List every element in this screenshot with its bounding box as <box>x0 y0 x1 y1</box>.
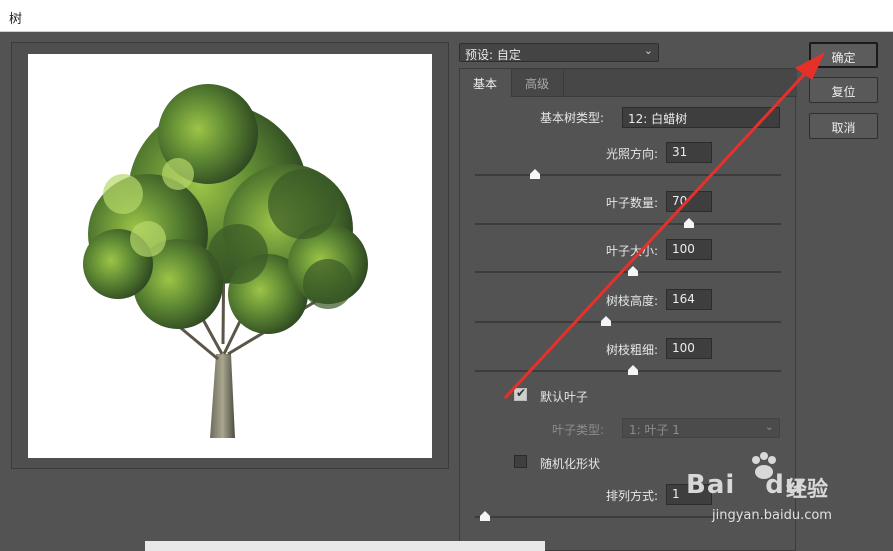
title-bar: 树 <box>0 0 893 32</box>
leaf-type-label: 叶子类型: <box>552 423 605 437</box>
light-direction-slider[interactable] <box>475 169 781 179</box>
leaf-size-label: 叶子大小: <box>606 244 659 258</box>
branch-thickness-label: 树枝粗细: <box>606 343 659 357</box>
leaf-type-dropdown[interactable]: 1: 叶子 1 ⌄ <box>622 418 780 438</box>
ok-button[interactable]: 确定 <box>809 42 878 68</box>
leaf-size-slider[interactable] <box>475 266 781 276</box>
leaf-amount-input[interactable]: 70 <box>666 191 712 212</box>
tree-preview <box>28 54 432 458</box>
tab-advanced[interactable]: 高级 <box>512 69 564 97</box>
randomize-shape-checkbox[interactable] <box>514 455 527 468</box>
light-direction-label: 光照方向: <box>606 147 659 161</box>
leaf-size-input[interactable]: 100 <box>666 239 712 260</box>
leaf-type-value: 1: 叶子 1 <box>629 423 680 437</box>
leaf-amount-label: 叶子数量: <box>606 196 659 210</box>
cancel-button[interactable]: 取消 <box>809 113 878 139</box>
chevron-down-icon: ⌄ <box>643 44 653 57</box>
watermark-cn: 经验 <box>786 477 828 501</box>
default-leaves-label: 默认叶子 <box>540 390 589 404</box>
bottom-strip <box>145 541 545 551</box>
check-icon: ✔ <box>516 386 527 400</box>
leaf-amount-slider[interactable] <box>475 218 781 228</box>
branch-height-label: 树枝高度: <box>606 294 659 308</box>
preview-panel <box>11 42 449 469</box>
tab-bar: 基本 高级 <box>460 69 797 97</box>
reset-button[interactable]: 复位 <box>809 77 878 103</box>
randomize-shape-label: 随机化形状 <box>540 457 601 471</box>
preset-dropdown[interactable]: 预设: 自定 ⌄ <box>459 43 659 62</box>
tree-type-select[interactable]: 12: 白蜡树 <box>622 107 780 128</box>
arrangement-label: 排列方式: <box>606 489 659 503</box>
preset-label: 预设: 自定 <box>465 48 521 62</box>
tree-type-label: 基本树类型: <box>540 111 605 125</box>
branch-thickness-input[interactable]: 100 <box>666 338 712 359</box>
tab-basic[interactable]: 基本 <box>460 69 512 97</box>
watermark-url: jingyan.baidu.com <box>712 508 832 523</box>
window-title: 树 <box>9 12 23 27</box>
branch-thickness-slider[interactable] <box>475 365 781 375</box>
baidu-watermark: Bai du 经验 jingyan.baidu.com <box>686 452 886 532</box>
default-leaves-checkbox[interactable]: ✔ <box>514 386 527 401</box>
branch-height-input[interactable]: 164 <box>666 289 712 310</box>
branch-height-slider[interactable] <box>475 316 781 326</box>
light-direction-input[interactable]: 31 <box>666 142 712 163</box>
chevron-down-icon: ⌄ <box>764 420 774 433</box>
tree-image <box>83 84 368 438</box>
